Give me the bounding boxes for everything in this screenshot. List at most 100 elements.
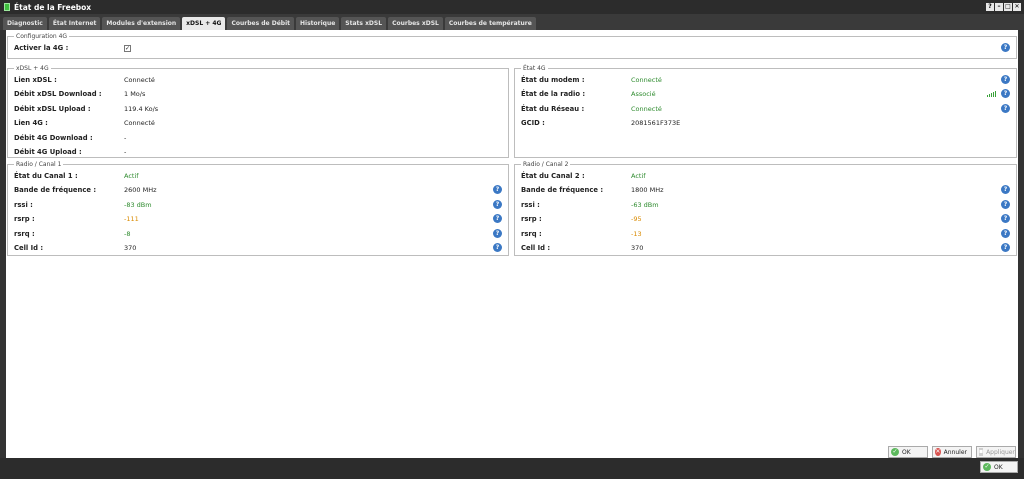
app-icon xyxy=(4,3,10,11)
tab-modules[interactable]: Modules d'extension xyxy=(102,17,181,30)
etat-radio-row: État de la radio : Associé ? xyxy=(521,88,1010,100)
bande-frequence-2-row: Bande de fréquence : 1800 MHz ? xyxy=(521,184,1010,196)
rsrp-1-row: rsrp : -111 ? xyxy=(14,213,502,225)
minimize-button[interactable]: – xyxy=(995,3,1003,11)
cell-id-2-row: Cell Id : 370 ? xyxy=(521,242,1010,254)
content-area: Configuration 4G Activer la 4G : ✓ ? xDS… xyxy=(0,30,1024,458)
activer-4g-label: Activer la 4G : xyxy=(14,44,69,52)
field-label: rsrp : xyxy=(521,215,542,223)
rsrp-2-row: rsrp : -95 ? xyxy=(521,213,1010,225)
field-label: rssi : xyxy=(14,201,33,209)
help-icon[interactable]: ? xyxy=(1001,214,1010,223)
window-titlebar: État de la Freebox ? – □ ✕ xyxy=(0,0,1024,14)
canal-1-legend: Radio / Canal 1 xyxy=(16,161,62,168)
help-icon[interactable]: ? xyxy=(1001,89,1010,98)
apply-button-label: Appliquer xyxy=(986,448,1015,456)
debit-4g-upload-row: Débit 4G Upload : - xyxy=(14,146,502,158)
field-label: Bande de fréquence : xyxy=(521,186,604,194)
activer-4g-checkbox[interactable]: ✓ xyxy=(124,44,131,52)
rsrq-2-row: rsrq : -13 ? xyxy=(521,228,1010,240)
check-icon: ✓ xyxy=(891,448,899,456)
field-value: 1800 MHz xyxy=(631,186,664,194)
field-label: Cell Id : xyxy=(14,244,44,252)
tab-courbes-xdsl[interactable]: Courbes xDSL xyxy=(388,17,443,30)
help-window-button[interactable]: ? xyxy=(986,3,994,11)
help-icon[interactable]: ? xyxy=(1001,229,1010,238)
cancel-button-label: Annuler xyxy=(943,448,967,456)
field-value: 2600 MHz xyxy=(124,186,157,194)
tab-etat-internet[interactable]: État Internet xyxy=(48,17,101,30)
help-icon[interactable]: ? xyxy=(1001,43,1010,52)
field-label: Lien 4G : xyxy=(14,119,48,127)
bottom-bar: ✓ OK xyxy=(0,458,1024,479)
field-label: rsrq : xyxy=(14,230,35,238)
config-4g-legend: Configuration 4G xyxy=(16,33,68,40)
field-value: Associé xyxy=(631,90,656,98)
field-label: Bande de fréquence : xyxy=(14,186,97,194)
help-icon[interactable]: ? xyxy=(1001,75,1010,84)
tab-courbes-debit[interactable]: Courbes de Débit xyxy=(227,17,294,30)
debit-4g-download-row: Débit 4G Download : - xyxy=(14,132,502,144)
field-label: Débit xDSL Download : xyxy=(14,90,102,98)
field-label: rssi : xyxy=(521,201,540,209)
etat-modem-row: État du modem : Connecté ? xyxy=(521,74,1010,86)
field-value: - xyxy=(124,148,127,156)
window-title: État de la Freebox xyxy=(14,2,92,12)
field-label: Cell Id : xyxy=(521,244,551,252)
field-label: Débit 4G Upload : xyxy=(14,148,82,156)
field-label: rsrp : xyxy=(14,215,35,223)
field-label: rsrq : xyxy=(521,230,542,238)
apply-button[interactable]: ▪ Appliquer xyxy=(976,446,1016,458)
field-value: Actif xyxy=(124,172,139,180)
field-label: GCID : xyxy=(521,119,545,127)
bottom-ok-label: OK xyxy=(994,463,1003,471)
field-value: 370 xyxy=(631,244,644,252)
help-icon[interactable]: ? xyxy=(493,229,502,238)
close-button[interactable]: ✕ xyxy=(1013,3,1021,11)
field-value: Connecté xyxy=(124,119,155,127)
field-label: Lien xDSL : xyxy=(14,76,57,84)
help-icon[interactable]: ? xyxy=(493,214,502,223)
field-label: État du Canal 1 : xyxy=(14,172,78,180)
tab-diagnostic[interactable]: Diagnostic xyxy=(3,17,47,30)
field-value: 2081561F373E xyxy=(631,119,681,127)
check-icon: ✓ xyxy=(983,463,991,471)
config-4g-row: Activer la 4G : ✓ ? xyxy=(14,42,1010,54)
field-value: Connecté xyxy=(631,76,662,84)
canal-1-group: Radio / Canal 1 État du Canal 1 : Actif … xyxy=(7,161,509,256)
tab-xdsl-4g[interactable]: xDSL + 4G xyxy=(182,17,226,30)
etat-4g-legend: État 4G xyxy=(523,65,546,72)
bottom-ok-button[interactable]: ✓ OK xyxy=(980,461,1018,473)
canal-2-group: Radio / Canal 2 État du Canal 2 : Actif … xyxy=(514,161,1017,256)
gcid-row: GCID : 2081561F373E xyxy=(521,117,1010,129)
help-icon[interactable]: ? xyxy=(1001,200,1010,209)
field-label: État du Réseau : xyxy=(521,105,585,113)
field-value: -111 xyxy=(124,215,139,223)
tab-stats-xdsl[interactable]: Stats xDSL xyxy=(341,17,387,30)
tab-historique[interactable]: Historique xyxy=(296,17,340,30)
help-icon[interactable]: ? xyxy=(1001,243,1010,252)
maximize-button[interactable]: □ xyxy=(1004,3,1012,11)
field-label: Débit xDSL Upload : xyxy=(14,105,91,113)
tab-courbes-temperature[interactable]: Courbes de température xyxy=(444,17,536,30)
help-icon[interactable]: ? xyxy=(493,243,502,252)
field-label: État du modem : xyxy=(521,76,585,84)
field-value: - xyxy=(124,134,127,142)
ok-button-label: OK xyxy=(902,448,911,456)
field-value: Connecté xyxy=(124,76,155,84)
etat-canal-2-row: État du Canal 2 : Actif xyxy=(521,170,1010,182)
help-icon[interactable]: ? xyxy=(1001,104,1010,113)
field-value: 1 Mo/s xyxy=(124,90,146,98)
etat-4g-group: État 4G État du modem : Connecté ? État … xyxy=(514,65,1017,158)
help-icon[interactable]: ? xyxy=(1001,185,1010,194)
bande-frequence-1-row: Bande de fréquence : 2600 MHz ? xyxy=(14,184,502,196)
help-icon[interactable]: ? xyxy=(493,200,502,209)
debit-xdsl-download-row: Débit xDSL Download : 1 Mo/s xyxy=(14,88,502,100)
cancel-button[interactable]: ✕ Annuler xyxy=(932,446,972,458)
ok-button[interactable]: ✓ OK xyxy=(888,446,928,458)
field-value: Connecté xyxy=(631,105,662,113)
dialog-buttons: ✓ OK ✕ Annuler ▪ Appliquer xyxy=(888,446,1016,458)
rsrq-1-row: rsrq : -8 ? xyxy=(14,228,502,240)
help-icon[interactable]: ? xyxy=(493,185,502,194)
apply-icon: ▪ xyxy=(979,448,984,456)
